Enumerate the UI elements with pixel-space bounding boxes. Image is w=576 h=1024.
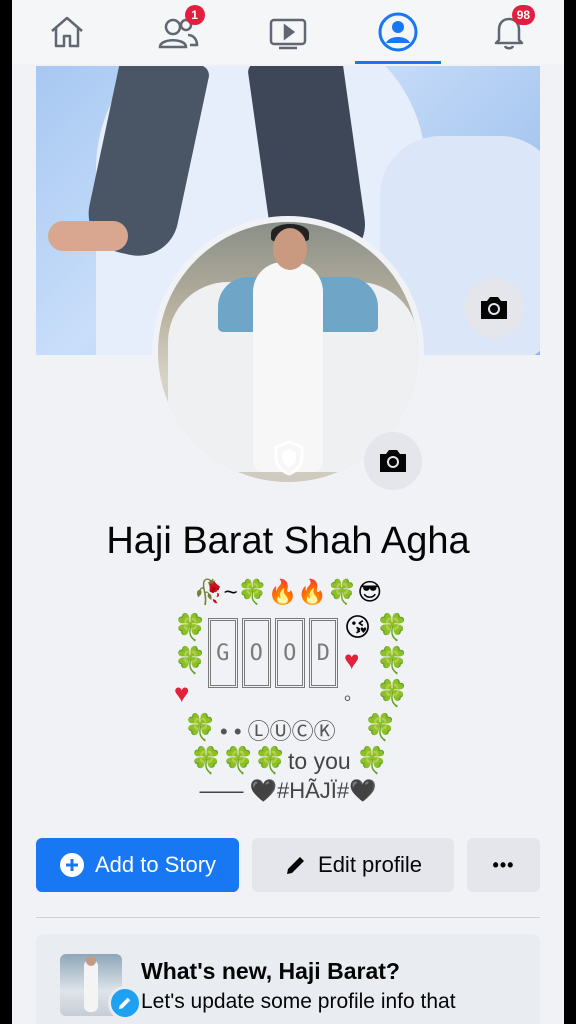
friend-requests-badge: 1 bbox=[184, 5, 205, 25]
clover-icon: 🍀 bbox=[376, 612, 409, 642]
whats-new-card[interactable]: What's new, Haji Barat? Let's update som… bbox=[36, 934, 540, 1024]
bio-line-1: 🥀~🍀🔥🔥🍀😎 bbox=[193, 579, 383, 606]
edit-pencil-icon[interactable] bbox=[108, 986, 142, 1020]
tab-home[interactable] bbox=[22, 0, 112, 64]
clover-icon: 🍀 bbox=[190, 745, 223, 775]
bio-to-you: to you bbox=[288, 748, 351, 774]
good-letter: D bbox=[308, 618, 338, 688]
clover-icon: 🍀 bbox=[222, 745, 255, 775]
heart-icon: ♥ bbox=[344, 645, 360, 675]
edit-cover-camera-button[interactable] bbox=[464, 278, 524, 338]
bio-good-text: G O O D bbox=[208, 618, 338, 690]
heart-icon: ♥ bbox=[174, 678, 190, 708]
clover-icon: 🍀 bbox=[174, 612, 207, 642]
video-icon bbox=[269, 18, 307, 50]
tab-notifications[interactable]: 98 bbox=[464, 0, 554, 64]
camera-icon bbox=[481, 297, 507, 319]
edit-profile-button[interactable]: Edit profile bbox=[252, 838, 454, 892]
whats-new-title: What's new, Haji Barat? bbox=[141, 958, 400, 984]
bio-dot: 。 bbox=[344, 684, 362, 704]
more-options-label: ••• bbox=[492, 854, 515, 875]
good-letter: O bbox=[241, 618, 271, 688]
clover-icon: 🍀 bbox=[254, 745, 287, 775]
profile-guard-shield-icon bbox=[274, 440, 304, 476]
notifications-badge: 98 bbox=[511, 5, 536, 25]
tab-profile[interactable] bbox=[353, 0, 443, 64]
whats-new-subtitle: Let's update some profile info that bbox=[141, 990, 456, 1013]
bio-kiss-emoji: 😘 bbox=[344, 612, 372, 642]
home-icon bbox=[51, 16, 84, 48]
good-letter: G bbox=[208, 618, 238, 688]
bio-luck-text: • • ⓁⓊⒸⓀ bbox=[220, 719, 336, 744]
bio-signature: —— 🖤#HÃJÏ#🖤 bbox=[199, 778, 377, 803]
top-nav-bar: 1 98 bbox=[12, 0, 564, 64]
edit-profile-picture-camera-button[interactable] bbox=[364, 432, 422, 490]
profile-name: Haji Barat Shah Agha bbox=[106, 520, 470, 562]
more-options-button[interactable]: ••• bbox=[467, 838, 540, 892]
clover-icon: 🍀 bbox=[364, 712, 397, 742]
edit-profile-label: Edit profile bbox=[318, 852, 422, 877]
app-frame: 1 98 Haji Barat Shah Agha 🥀~🍀🔥🔥🍀😎 🍀 🍀 😘 … bbox=[12, 0, 564, 1024]
clover-icon: 🍀 bbox=[356, 745, 389, 775]
tab-friends[interactable]: 1 bbox=[133, 0, 223, 64]
profile-icon bbox=[378, 12, 418, 52]
add-to-story-button[interactable]: Add to Story bbox=[36, 838, 239, 892]
clover-icon: 🍀 bbox=[184, 712, 217, 742]
pencil-icon bbox=[284, 853, 308, 877]
plus-circle-icon bbox=[59, 852, 85, 878]
clover-icon: 🍀 bbox=[376, 678, 409, 708]
add-to-story-label: Add to Story bbox=[94, 852, 217, 877]
clover-icon: 🍀 bbox=[174, 645, 207, 675]
section-divider bbox=[36, 917, 540, 918]
tab-watch[interactable] bbox=[243, 0, 333, 64]
good-letter: O bbox=[275, 618, 305, 688]
clover-icon: 🍀 bbox=[376, 645, 409, 675]
camera-icon bbox=[380, 450, 406, 472]
